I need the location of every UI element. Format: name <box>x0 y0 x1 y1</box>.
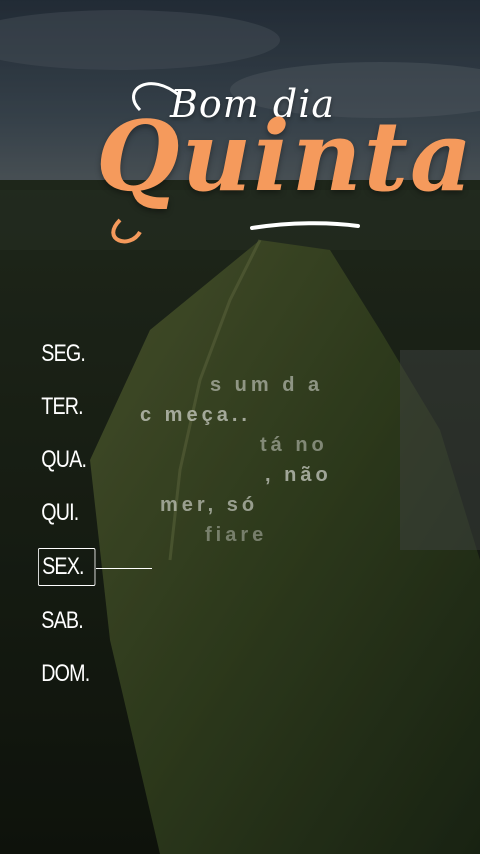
day-ter[interactable]: TER. <box>38 387 136 440</box>
message-line-3: tá no <box>260 434 328 456</box>
day-qua[interactable]: QUA. <box>38 440 136 493</box>
story-frame: Bom dia Quinta SEG. TER. QUA. QUI. SEX. … <box>0 0 480 854</box>
message-line-4: , não <box>265 464 332 486</box>
message-line-2: c meça.. <box>140 404 251 426</box>
day-qui[interactable]: QUI. <box>38 493 136 546</box>
day-title: Quinta <box>96 100 475 213</box>
message-line-1: s um d a <box>210 374 324 396</box>
day-dom[interactable]: DOM. <box>38 654 136 707</box>
message-line-6: fiare <box>205 524 268 546</box>
day-sab[interactable]: SAB. <box>38 601 136 654</box>
day-sex-selected[interactable]: SEX. <box>38 548 96 586</box>
message-line-5: mer, só <box>160 494 259 516</box>
weekday-list: SEG. TER. QUA. QUI. SEX. SAB. DOM. <box>38 334 158 707</box>
selected-day-connector <box>96 568 152 569</box>
day-seg[interactable]: SEG. <box>38 334 136 387</box>
